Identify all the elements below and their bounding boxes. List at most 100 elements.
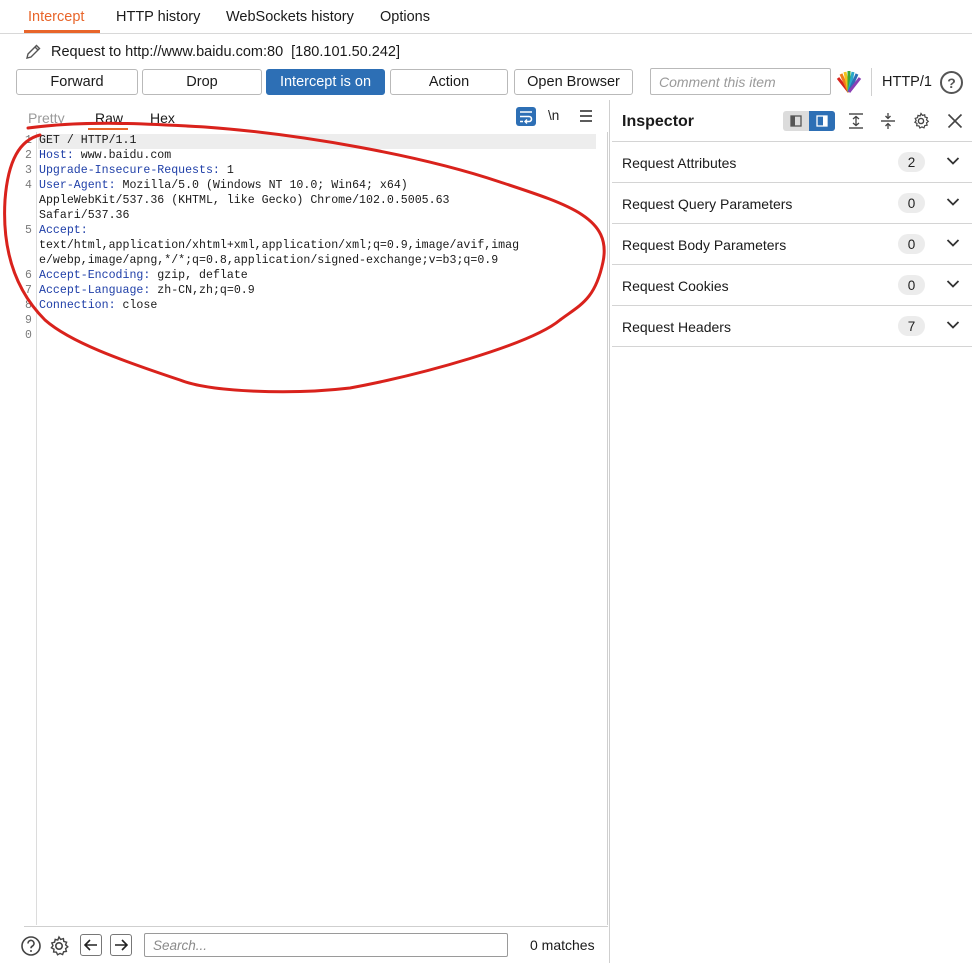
settings-gear-icon[interactable] (48, 935, 70, 957)
line-number: 1 (25, 134, 32, 147)
action-button[interactable]: Action (390, 69, 508, 95)
hamburger-menu-icon[interactable] (579, 109, 593, 123)
arrow-left-icon (84, 939, 97, 951)
inspector-section-count: 0 (898, 234, 925, 254)
collapse-all-icon[interactable] (879, 112, 897, 130)
inspector-title: Inspector (622, 113, 695, 130)
line-number: 5 (25, 224, 32, 237)
line-number: 6 (25, 269, 32, 282)
inspector-section[interactable]: Request Query Parameters 0 (612, 183, 972, 224)
inspector-section-label: Request Cookies (622, 278, 729, 294)
header-name: User-Agent: (39, 179, 116, 192)
request-url: Request to http://www.baidu.com:80 (51, 44, 284, 60)
header-name: Upgrade-Insecure-Requests: (39, 164, 220, 177)
tab-websockets-history[interactable]: WebSockets history (226, 9, 354, 25)
inspector-section-count: 2 (898, 152, 925, 172)
top-tab-bar: Intercept HTTP history WebSockets histor… (0, 0, 972, 34)
line-number: 2 (25, 149, 32, 162)
line-number: 7 (25, 284, 32, 297)
tab-pretty[interactable]: Pretty (28, 110, 65, 126)
header-value: e/webp,image/apng,*/*;q=0.8,application/… (39, 254, 499, 267)
code-line: User-Agent: Mozilla/5.0 (Windows NT 10.0… (39, 179, 408, 192)
code-line: AppleWebKit/537.36 (KHTML, like Gecko) C… (39, 194, 450, 207)
header-name: Accept-Language: (39, 284, 151, 297)
expand-all-icon[interactable] (847, 112, 865, 130)
code-line: Safari/537.36 (39, 209, 129, 222)
previous-match-button[interactable] (80, 934, 102, 956)
header-value: text/html,application/xhtml+xml,applicat… (39, 239, 520, 252)
tab-raw[interactable]: Raw (95, 110, 123, 126)
inspector-section-label: Request Headers (622, 319, 731, 335)
code-line: text/html,application/xhtml+xml,applicat… (39, 239, 519, 252)
inspector-section-label: Request Attributes (622, 155, 737, 171)
request-target-line: Request to http://www.baidu.com:80 [180.… (24, 42, 400, 62)
header-value: AppleWebKit/537.36 (KHTML, like Gecko) C… (39, 194, 450, 207)
editor-search-bar: 0 matches (21, 926, 608, 963)
active-tab-indicator (24, 30, 100, 33)
header-value: gzip, deflate (150, 269, 248, 282)
inspector-section-label: Request Query Parameters (622, 196, 793, 212)
settings-gear-icon[interactable] (912, 112, 930, 130)
help-icon[interactable]: ? (940, 71, 963, 94)
tab-options[interactable]: Options (380, 9, 430, 25)
help-icon[interactable] (20, 935, 42, 957)
forward-button[interactable]: Forward (16, 69, 138, 95)
inspector-section-count: 0 (898, 193, 925, 213)
header-name: Connection: (39, 299, 116, 312)
inspector-section[interactable]: Request Body Parameters 0 (612, 224, 972, 265)
chevron-down-icon[interactable] (946, 279, 960, 289)
chevron-down-icon[interactable] (946, 197, 960, 207)
show-newlines-toggle[interactable]: \n (548, 108, 559, 123)
tab-hex[interactable]: Hex (150, 110, 175, 126)
header-value: Safari/537.36 (39, 209, 130, 222)
word-wrap-icon[interactable] (516, 107, 536, 126)
chevron-down-icon[interactable] (946, 320, 960, 330)
search-input[interactable] (144, 933, 508, 957)
highlight-color-icon[interactable] (836, 70, 862, 94)
intercept-toggle-button[interactable]: Intercept is on (266, 69, 385, 95)
inspector-section[interactable]: Request Headers 7 (612, 306, 972, 347)
close-icon[interactable] (946, 112, 964, 130)
line-number: 8 (25, 299, 32, 312)
chevron-down-icon[interactable] (946, 238, 960, 248)
next-match-button[interactable] (110, 934, 132, 956)
layout-side-icon[interactable] (783, 111, 809, 131)
inspector-panel: Inspector Request Attributes 2 Request Que… (609, 100, 972, 963)
header-value: GET / HTTP/1.1 (39, 134, 137, 147)
header-value: Mozilla/5.0 (Windows NT 10.0; Win64; x64… (115, 179, 408, 192)
inspector-layout-toggle[interactable] (783, 111, 835, 131)
inspector-section[interactable]: Request Cookies 0 (612, 265, 972, 306)
header-value: www.baidu.com (73, 149, 172, 162)
raw-request-editor[interactable]: 1 GET / HTTP/1.1 2 Host: www.baidu.com 3 Upgr… (24, 132, 608, 925)
code-line: Accept: (39, 224, 88, 237)
inspector-section[interactable]: Request Attributes 2 (612, 142, 972, 183)
header-name: Accept-Encoding: (39, 269, 151, 282)
header-value: close (115, 299, 158, 312)
pencil-icon[interactable] (24, 43, 42, 61)
line-number-gutter (24, 132, 37, 925)
header-name: Accept: (39, 224, 88, 237)
line-number: 0 (25, 329, 32, 342)
code-line: Connection: close (39, 299, 157, 312)
inspector-section-count: 0 (898, 275, 925, 295)
header-value: zh-CN,zh;q=0.9 (150, 284, 255, 297)
code-line: e/webp,image/apng,*/*;q=0.8,application/… (39, 254, 498, 267)
header-name: Host: (39, 149, 74, 162)
open-browser-button[interactable]: Open Browser (514, 69, 633, 95)
code-line: Host: www.baidu.com (39, 149, 171, 162)
code-line: Upgrade-Insecure-Requests: 1 (39, 164, 234, 177)
drop-button[interactable]: Drop (142, 69, 262, 95)
line-number: 3 (25, 164, 32, 177)
tab-http-history[interactable]: HTTP history (116, 9, 200, 25)
tab-intercept[interactable]: Intercept (28, 9, 84, 25)
chevron-down-icon[interactable] (946, 156, 960, 166)
http-version-label[interactable]: HTTP/1 (882, 74, 932, 90)
code-line: GET / HTTP/1.1 (39, 134, 136, 147)
arrow-right-icon (115, 939, 128, 951)
layout-panel-icon[interactable] (809, 111, 835, 131)
request-ip: [180.101.50.242] (291, 44, 400, 60)
comment-input[interactable] (650, 68, 831, 95)
editor-tab-indicator (88, 128, 128, 130)
code-line: Accept-Language: zh-CN,zh;q=0.9 (39, 284, 255, 297)
line-number: 4 (25, 179, 32, 192)
